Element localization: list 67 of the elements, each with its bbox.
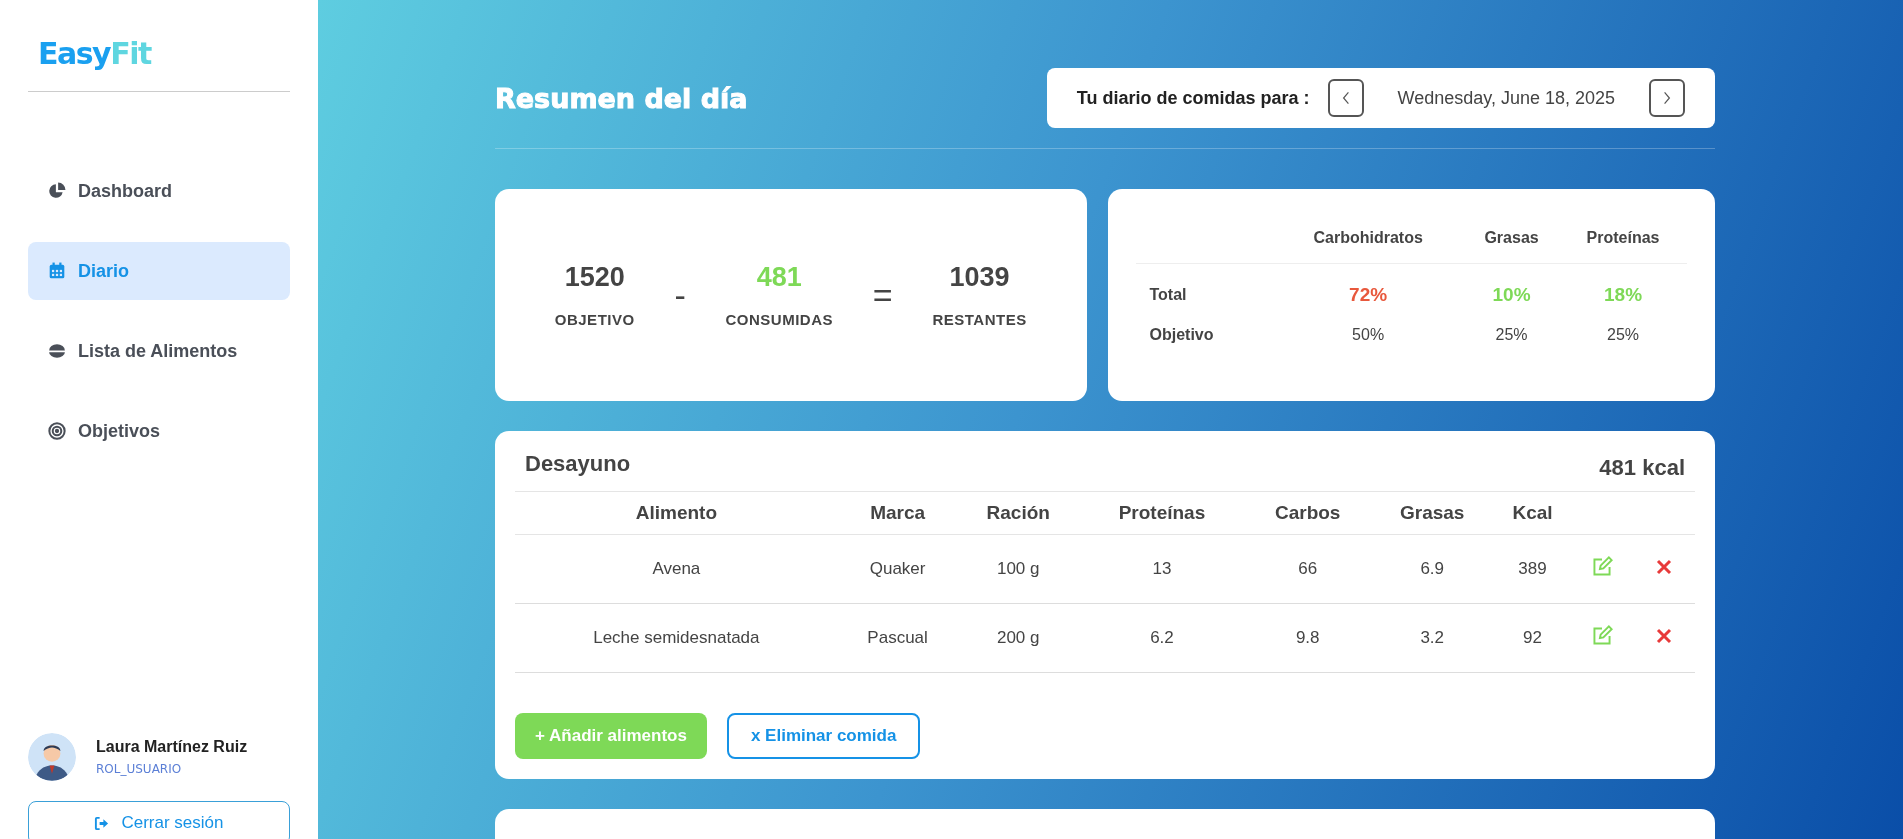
column-header: Ración — [957, 492, 1079, 535]
column-header: Proteínas — [1559, 217, 1687, 264]
logout-button[interactable]: Cerrar sesión — [28, 801, 290, 839]
date-text: Wednesday, June 18, 2025 — [1397, 87, 1615, 109]
table-cell: 389 — [1494, 534, 1571, 604]
column-header: Grasas — [1464, 217, 1560, 264]
table-cell: Pascual — [837, 603, 958, 673]
table-cell: 10% — [1464, 263, 1560, 306]
column-header: Alimento — [515, 492, 838, 535]
stat-label: OBJETIVO — [554, 311, 635, 328]
stat-value: 1520 — [563, 262, 626, 293]
target-icon — [48, 422, 66, 440]
bowl-icon — [48, 342, 66, 360]
column-header: Grasas — [1370, 492, 1494, 535]
table-cell: 3.2 — [1370, 603, 1494, 673]
table-cell-text: 50% — [1351, 325, 1386, 344]
table-cell: 18% — [1559, 263, 1687, 306]
stat-label: CONSUMIDAS — [725, 311, 834, 328]
nav-item[interactable]: Objetivos — [28, 402, 290, 460]
table-cell: Quaker — [837, 534, 958, 604]
table-cell: 6.2 — [1078, 603, 1245, 673]
meal-calories: 481 kcal — [1599, 455, 1685, 481]
logout-icon — [94, 815, 110, 831]
row-label: Objetivo — [1148, 325, 1215, 344]
stat-label: RESTANTES — [932, 311, 1027, 328]
meal-title: Desayuno — [525, 451, 631, 478]
operator: = — [872, 275, 893, 315]
column-header: Proteínas — [1078, 492, 1245, 535]
column-header: Kcal — [1494, 492, 1571, 535]
delete-icon[interactable] — [1656, 627, 1672, 644]
nav-item[interactable]: Lista de Alimentos — [28, 322, 290, 380]
delete-icon[interactable] — [1656, 558, 1672, 575]
date-label: Tu diario de comidas para : — [1076, 87, 1310, 109]
add-food-button[interactable]: + Añadir alimentos — [515, 713, 707, 759]
avatar-icon — [28, 733, 76, 781]
nav-item[interactable]: Diario — [28, 242, 290, 300]
table-cell: Avena — [515, 534, 838, 604]
table-cell: 66 — [1244, 534, 1371, 604]
chevron-right-icon — [1663, 91, 1671, 105]
table-cell-text: 25% — [1606, 325, 1641, 344]
column-header: Marca — [837, 492, 958, 535]
table-cell: 6.9 — [1370, 534, 1494, 604]
nav-item[interactable]: Dashboard — [28, 162, 290, 220]
table-cell-text: 25% — [1494, 325, 1529, 344]
stat-value: 481 — [755, 262, 803, 293]
user-name: Laura Martínez Ruiz — [96, 738, 248, 756]
row-label: Total — [1135, 263, 1273, 306]
chevron-left-icon — [1341, 91, 1350, 105]
stat-value: 1039 — [948, 262, 1011, 293]
table-cell: 72% — [1272, 263, 1464, 306]
table-cell: Leche semidesnatada — [515, 603, 838, 673]
delete-meal-button[interactable]: x Eliminar comida — [726, 713, 921, 759]
operator: - — [674, 275, 686, 315]
previous-day-button[interactable] — [1327, 79, 1364, 117]
table-cell: 200 g — [957, 603, 1079, 673]
table-cell: 13 — [1078, 534, 1245, 604]
column-header: Carbos — [1244, 492, 1371, 535]
calendar-icon — [48, 262, 66, 280]
table-cell: 92 — [1494, 603, 1571, 673]
user-role: ROL_USUARIO — [96, 762, 183, 776]
next-day-button[interactable] — [1649, 79, 1685, 117]
column-header: Carbohidratos — [1272, 217, 1464, 264]
page-title: Resumen del día — [495, 82, 748, 114]
table-cell: 9.8 — [1244, 603, 1371, 673]
pie-chart-icon — [48, 182, 66, 200]
logo: EasyFit — [38, 36, 151, 71]
table-cell: 100 g — [957, 534, 1079, 604]
